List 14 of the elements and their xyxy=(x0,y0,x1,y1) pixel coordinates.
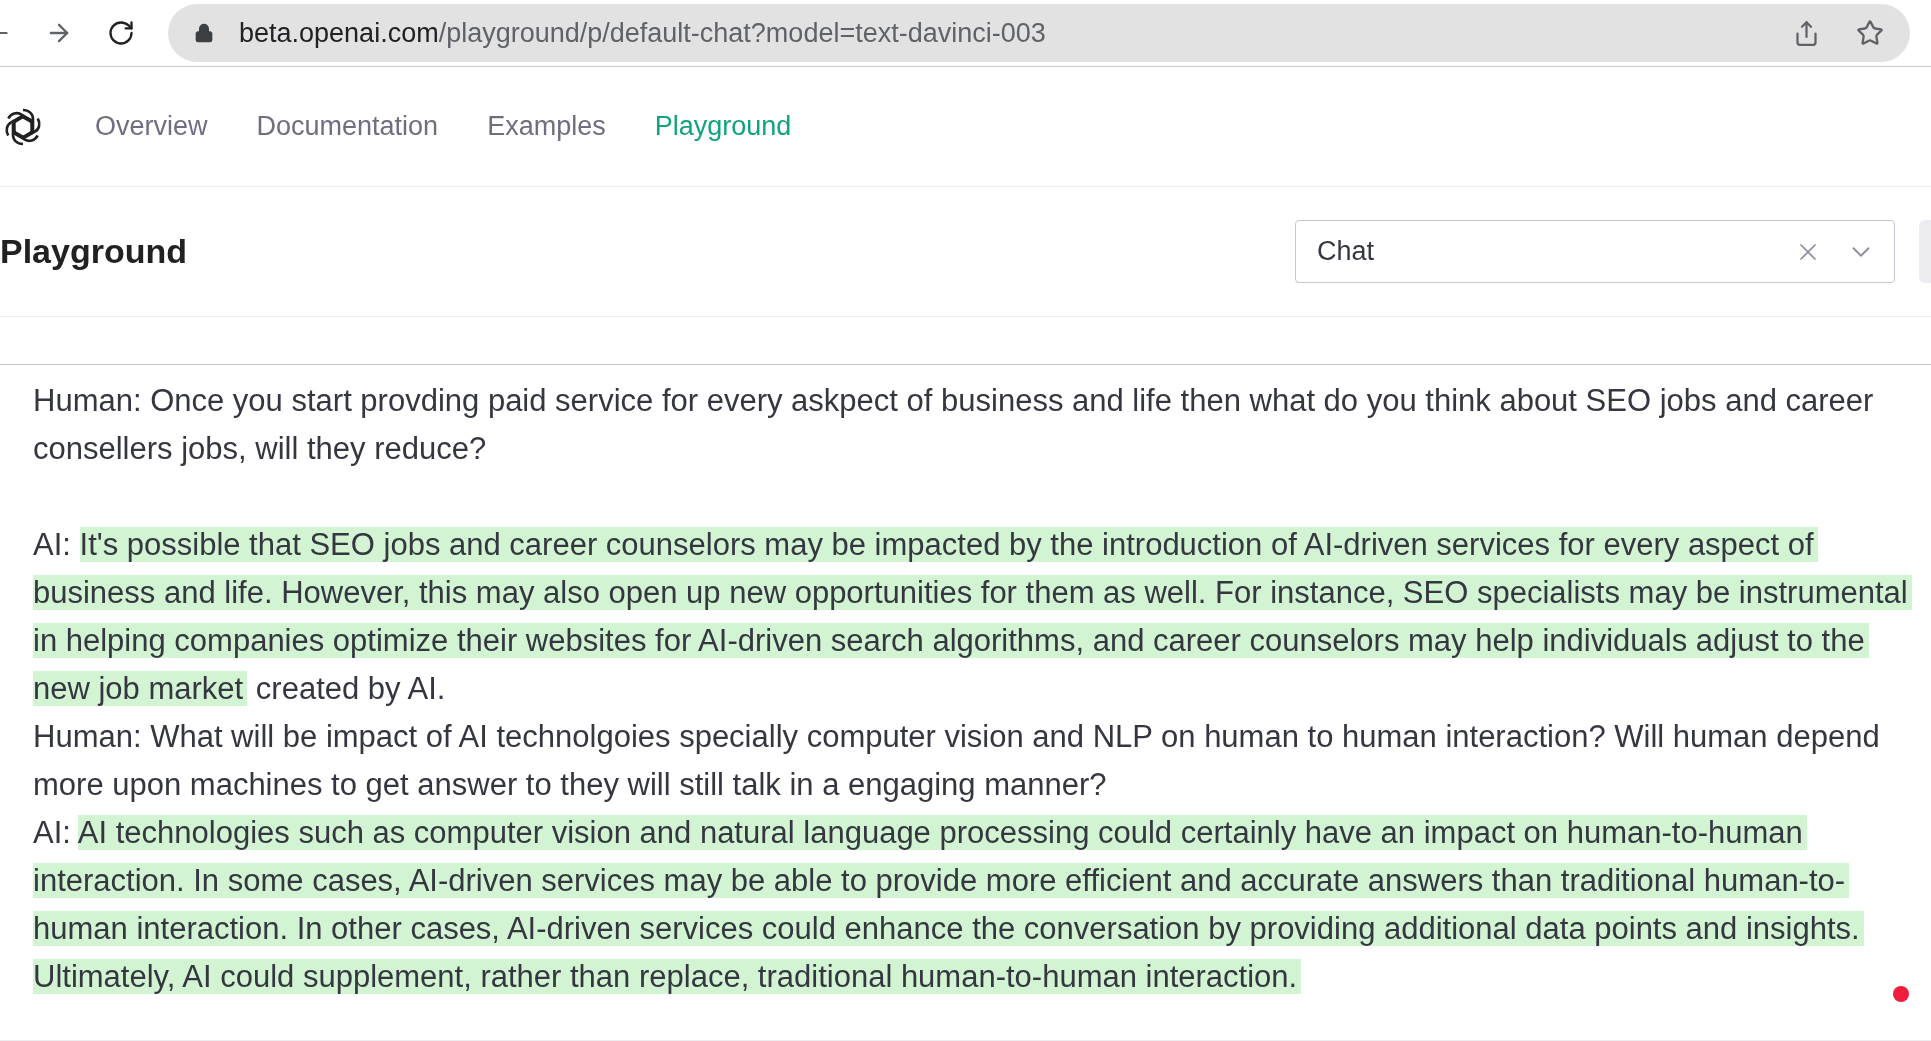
share-icon[interactable] xyxy=(1793,19,1820,47)
editor-paragraph: Human: What will be impact of AI technolgoies specially computer vision and NLP on human to human interaction? Will human depend more upon machines to get answer to they will still talk in a engaging manner? xyxy=(33,718,1881,804)
page-title: Playground xyxy=(0,231,188,272)
nav-link[interactable]: Overview xyxy=(95,106,208,147)
nav-link[interactable]: Playground xyxy=(654,106,792,147)
address-bar[interactable]: beta.openai.com/playground/p/default-chat?model=text-davinci-003 xyxy=(168,4,1910,62)
preset-select[interactable]: Chat xyxy=(1295,220,1895,283)
nav-link[interactable]: Documentation xyxy=(256,106,439,147)
reload-icon[interactable] xyxy=(107,19,135,47)
bookmark-star-icon[interactable] xyxy=(1856,19,1884,47)
nav-link[interactable]: Examples xyxy=(487,106,606,147)
url-text: beta.openai.com/playground/p/default-chat?model=text-davinci-003 xyxy=(239,16,1046,50)
lock-icon xyxy=(194,23,214,43)
editor-paragraph: Human: Once you start provding paid service for every askpect of business and life then what do you think about SEO jobs and career consellers jobs, will they reduce? xyxy=(33,382,1875,468)
